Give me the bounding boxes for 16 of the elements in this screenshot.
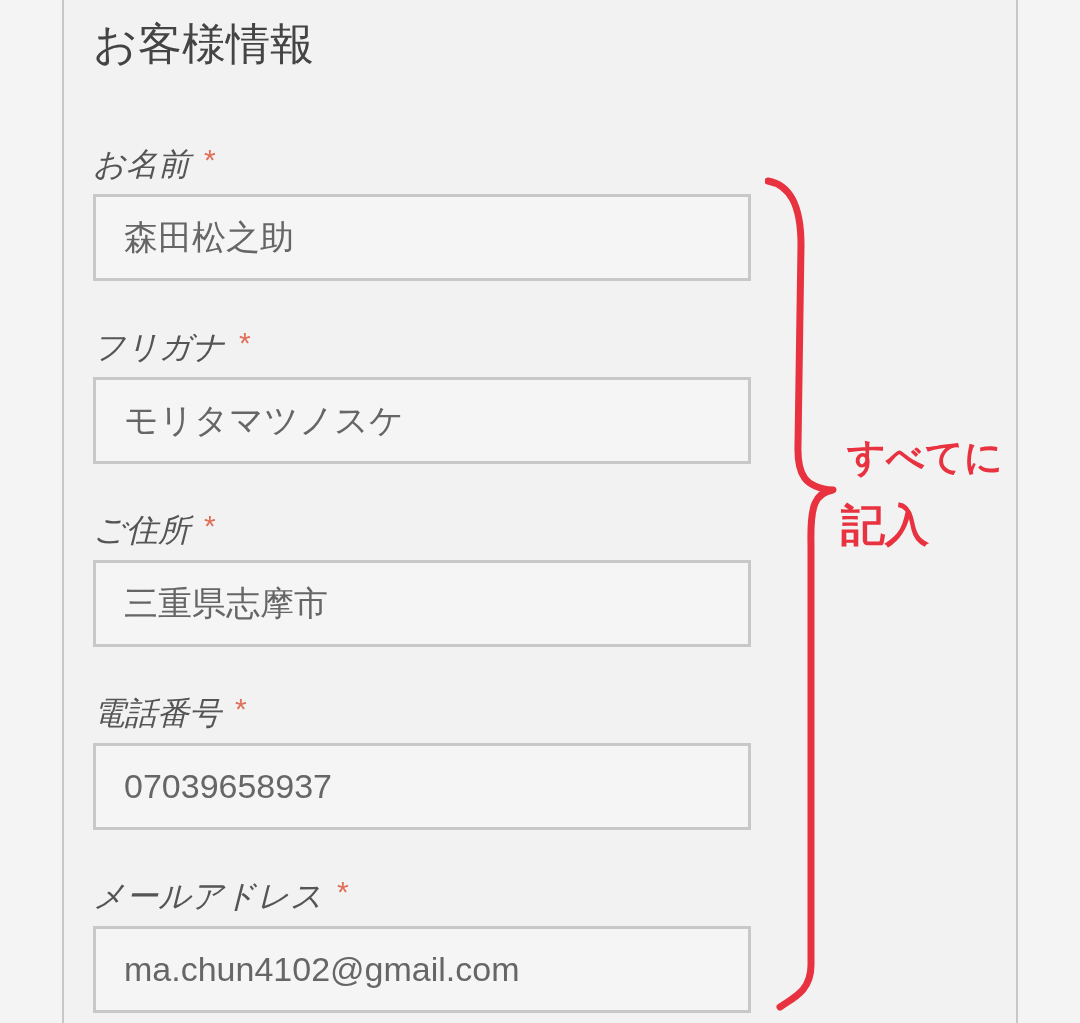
input-field[interactable]: 07039658937: [93, 743, 751, 830]
input-field[interactable]: モリタマツノスケ: [93, 377, 751, 464]
handwritten-note: 記入: [841, 499, 930, 551]
required-asterisk: *: [337, 874, 349, 910]
section-title: お客様情報: [93, 18, 314, 70]
input-field[interactable]: ma.chun4102@gmail.com: [93, 926, 751, 1013]
handwritten-note: すべてに: [847, 435, 1003, 480]
input-field[interactable]: 森田松之助: [93, 194, 751, 281]
field-label: フリガナ: [93, 328, 225, 367]
required-asterisk: *: [235, 691, 247, 727]
required-asterisk: *: [239, 325, 251, 361]
field-label: メールアドレス: [93, 877, 323, 916]
required-asterisk: *: [204, 142, 216, 178]
input-field[interactable]: 三重県志摩市: [93, 560, 751, 647]
field-label: 電話番号: [93, 694, 221, 733]
required-asterisk: *: [204, 508, 216, 544]
